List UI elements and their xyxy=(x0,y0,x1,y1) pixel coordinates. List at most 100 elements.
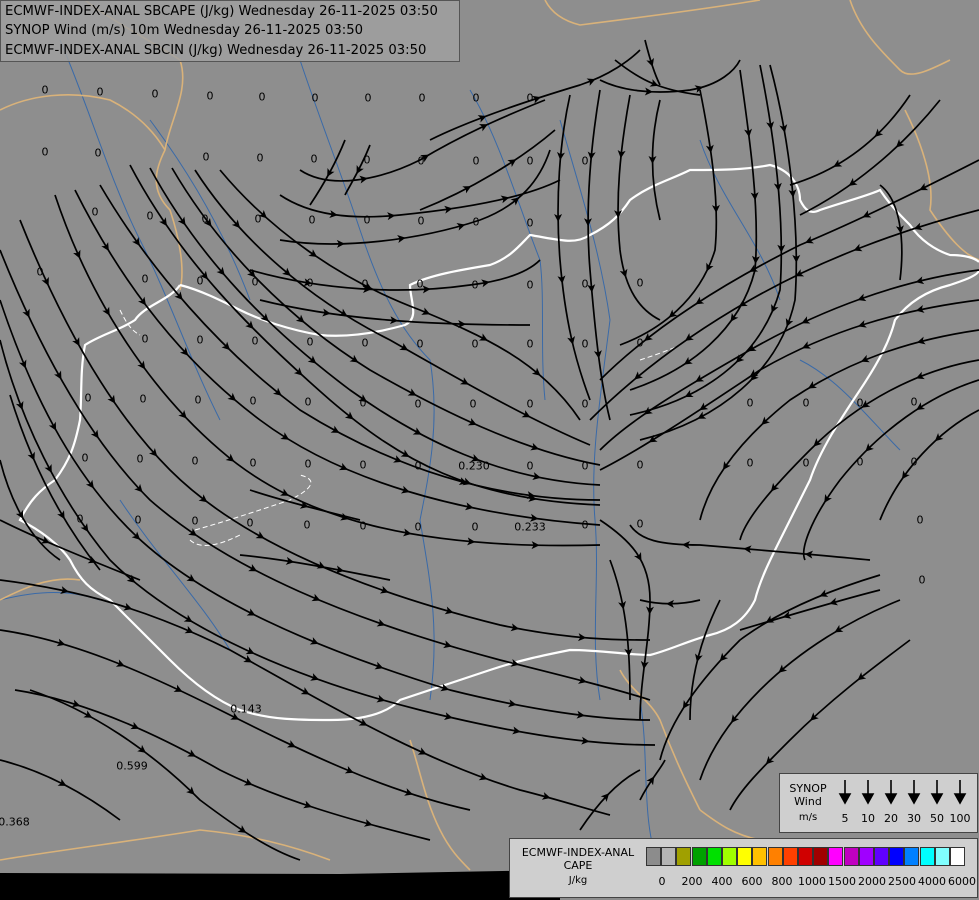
field-value-label: 0 xyxy=(918,573,926,587)
title-cin: ECMWF-INDEX-ANAL SBCIN (J/kg) Wednesday … xyxy=(5,43,427,58)
field-value-label: 0 xyxy=(472,91,480,105)
field-value-label: 0 xyxy=(249,394,257,408)
field-value-label: 0 xyxy=(251,334,259,348)
field-value-label: 0 xyxy=(191,514,199,528)
field-value-label: 0.143 xyxy=(230,702,262,716)
cape-tick-label: 400 xyxy=(711,875,733,888)
wind-arrow-head-icon xyxy=(838,793,852,805)
field-value-label: 0 xyxy=(84,391,92,405)
field-value-label: 0 xyxy=(581,154,589,168)
cape-tick-label: 6000 xyxy=(948,875,976,888)
field-value-label: 0 xyxy=(916,513,924,527)
field-value-label: 0 xyxy=(206,89,214,103)
field-value-label: 0.230 xyxy=(458,459,490,473)
field-value-label: 0 xyxy=(308,213,316,227)
synop-wind-legend: SYNOP Wind m/s 5 10 20 30 50 100 xyxy=(779,773,978,833)
cape-tick-label: 2500 xyxy=(888,875,916,888)
field-value-label: 0 xyxy=(414,397,422,411)
weather-map: 0 0 0 0 0 0 0 0 0 0 0 0 0 0 0 0 0 0 0 0 0 0 0 0 0 0 0 0 0 0 0 0 0 0 0 0 0 0 0 0… xyxy=(0,0,979,900)
field-value-label: 0 xyxy=(581,337,589,351)
field-value-label: 0 xyxy=(746,456,754,470)
field-value-label: 0 xyxy=(526,459,534,473)
field-value-label: 0 xyxy=(636,517,644,531)
cape-tick-label: 1000 xyxy=(798,875,826,888)
field-value-label: 0 xyxy=(526,278,534,292)
cape-tick-label: 4000 xyxy=(918,875,946,888)
field-value-label: 0 xyxy=(526,337,534,351)
field-value-label: 0 xyxy=(141,272,149,286)
cape-tick-label: 1500 xyxy=(828,875,856,888)
cape-color-swatch xyxy=(843,847,859,866)
cape-color-swatch xyxy=(691,847,707,866)
field-value-label: 0 xyxy=(526,397,534,411)
field-value-label: 0 xyxy=(361,336,369,350)
field-value-label: 0 xyxy=(194,393,202,407)
cape-legend-title: ECMWF-INDEX-ANAL CAPE J/kg xyxy=(521,846,635,886)
field-value-label: 0 xyxy=(416,337,424,351)
field-value-label: 0 xyxy=(359,519,367,533)
title-synop-wind: SYNOP Wind (m/s) 10m Wednesday 26-11-202… xyxy=(5,23,363,38)
cape-color-swatch xyxy=(874,847,889,866)
field-value-label: 0 xyxy=(746,396,754,410)
field-value-label: 0 xyxy=(249,456,257,470)
field-value-label: 0 xyxy=(471,520,479,534)
field-value-label: 0 xyxy=(581,459,589,473)
field-value-label: 0 xyxy=(146,209,154,223)
wind-speed-label: 30 xyxy=(907,812,921,825)
field-value-label: 0 xyxy=(526,216,534,230)
field-value-label: 0 xyxy=(581,397,589,411)
field-value-label: 0 xyxy=(139,392,147,406)
field-value-label: 0.599 xyxy=(116,759,148,773)
cape-color-swatch xyxy=(752,847,768,866)
field-value-label: 0 xyxy=(636,336,644,350)
field-value-label: 0 xyxy=(581,277,589,291)
field-value-label: 0 xyxy=(856,455,864,469)
cape-color-swatch xyxy=(889,847,905,866)
field-value-label: 0 xyxy=(91,205,99,219)
field-value-label: 0 xyxy=(196,333,204,347)
field-value-label: 0 xyxy=(310,152,318,166)
field-value-label: 0 xyxy=(802,396,810,410)
cape-tick-label: 2000 xyxy=(858,875,886,888)
wind-arrow-head-icon xyxy=(907,793,921,805)
field-value-label: 0 xyxy=(136,452,144,466)
field-value-label: 0 xyxy=(256,151,264,165)
field-value-label: 0 xyxy=(416,277,424,291)
map-edge xyxy=(0,870,560,900)
field-value-label: 0 xyxy=(96,85,104,99)
cape-color-swatch xyxy=(904,847,920,866)
field-value-label: 0.233 xyxy=(514,520,546,534)
field-value-label: 0 xyxy=(526,91,534,105)
field-value-label: 0 xyxy=(364,91,372,105)
wind-arrow-head-icon xyxy=(861,793,875,805)
field-value-label: 0 xyxy=(304,457,312,471)
wind-speed-label: 50 xyxy=(930,812,944,825)
field-value-label: 0 xyxy=(81,451,89,465)
cape-color-swatch xyxy=(828,847,844,866)
field-value-label: 0 xyxy=(359,458,367,472)
field-value-label: 0 xyxy=(76,512,84,526)
field-value-label: 0 xyxy=(311,91,319,105)
field-value-label: 0 xyxy=(363,213,371,227)
cape-color-swatch xyxy=(646,847,661,866)
wind-arrow-head-icon xyxy=(930,793,944,805)
field-value-label: 0 xyxy=(41,145,49,159)
cape-color-swatch xyxy=(919,847,935,866)
field-value-label: 0 xyxy=(856,396,864,410)
field-value-label: 0 xyxy=(251,275,259,289)
field-value-label: 0 xyxy=(134,513,142,527)
cape-color-swatch xyxy=(661,847,677,866)
cape-color-swatch xyxy=(934,847,950,866)
cape-color-swatch xyxy=(737,847,753,866)
wind-arrow-head-icon xyxy=(884,793,898,805)
field-value-label: 0 xyxy=(414,459,422,473)
wind-arrow-head-icon xyxy=(953,793,967,805)
cape-tick-label: 0 xyxy=(658,875,666,888)
field-value-label: 0 xyxy=(258,90,266,104)
field-value-label: 0 xyxy=(471,337,479,351)
field-value-label: 0 xyxy=(94,146,102,160)
wind-arrow-icons xyxy=(838,780,967,805)
field-value-label: 0 xyxy=(254,212,262,226)
field-value-label: 0 xyxy=(359,396,367,410)
cape-color-swatch xyxy=(767,847,783,866)
